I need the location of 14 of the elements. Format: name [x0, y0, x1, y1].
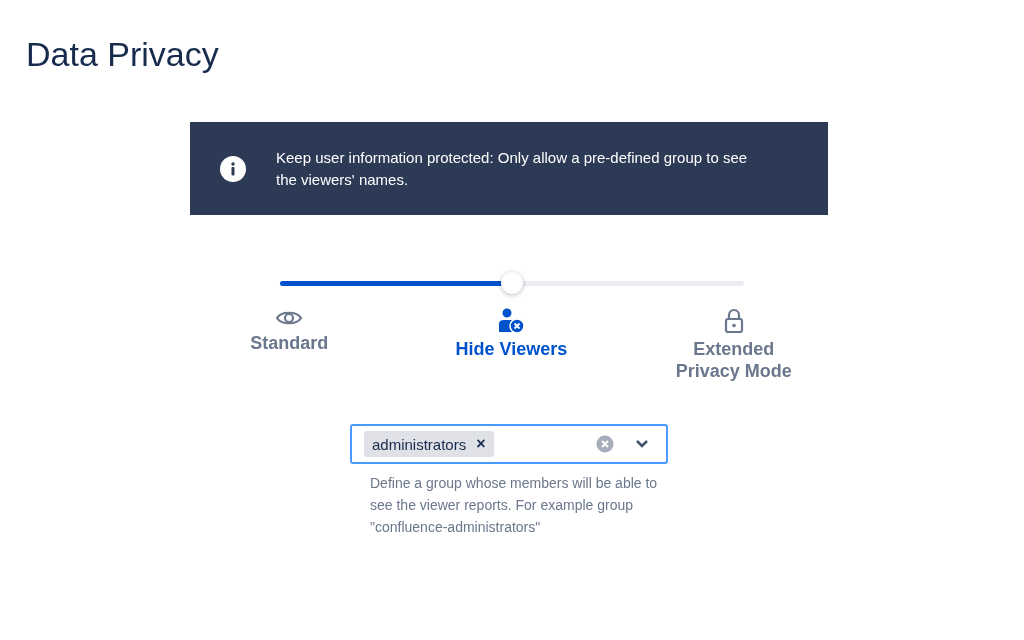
page-title: Data Privacy: [26, 34, 220, 75]
privacy-option[interactable]: Extended Privacy Mode: [663, 338, 804, 382]
info-icon: [220, 155, 246, 182]
remove-tag-button[interactable]: ×: [476, 435, 486, 453]
group-select[interactable]: administrators ×: [350, 424, 668, 464]
tag-label: administrators: [372, 435, 467, 453]
privacy-option[interactable]: Hide Viewers: [441, 338, 582, 360]
help-text: Define a group whose members will be able to see the viewer reports. For example group "confluence-administrators": [370, 474, 659, 537]
slider-thumb[interactable]: [501, 272, 523, 294]
user-blocked-icon: [497, 308, 526, 334]
slider-track[interactable]: [280, 280, 744, 286]
privacy-option[interactable]: Standard: [219, 332, 360, 354]
lock-icon: [723, 308, 744, 334]
banner-text: Keep user information protected: Only allow a pre-defined group to see the viewers' names.: [276, 147, 749, 190]
